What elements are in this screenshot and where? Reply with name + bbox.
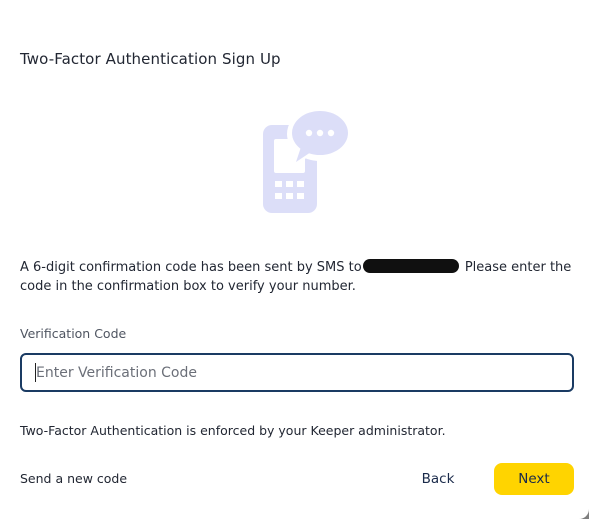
message-text-prefix: A 6-digit confirmation code has been sen… bbox=[20, 260, 362, 275]
send-new-code-link[interactable]: Send a new code bbox=[20, 471, 127, 486]
sms-sent-message: A 6-digit confirmation code has been sen… bbox=[20, 258, 575, 296]
redacted-phone-number bbox=[362, 259, 459, 273]
verification-code-input[interactable] bbox=[20, 353, 574, 392]
dialog-title: Two-Factor Authentication Sign Up bbox=[20, 50, 281, 68]
text-cursor bbox=[35, 363, 36, 382]
enforced-by-admin-note: Two-Factor Authentication is enforced by… bbox=[20, 423, 446, 438]
verification-code-label: Verification Code bbox=[20, 326, 127, 341]
back-button[interactable]: Back bbox=[410, 463, 466, 495]
next-button[interactable]: Next bbox=[494, 463, 574, 495]
two-factor-dialog: Two-Factor Authentication Sign Up A 6-di… bbox=[0, 0, 589, 519]
phone-sms-chat-icon bbox=[258, 106, 354, 216]
